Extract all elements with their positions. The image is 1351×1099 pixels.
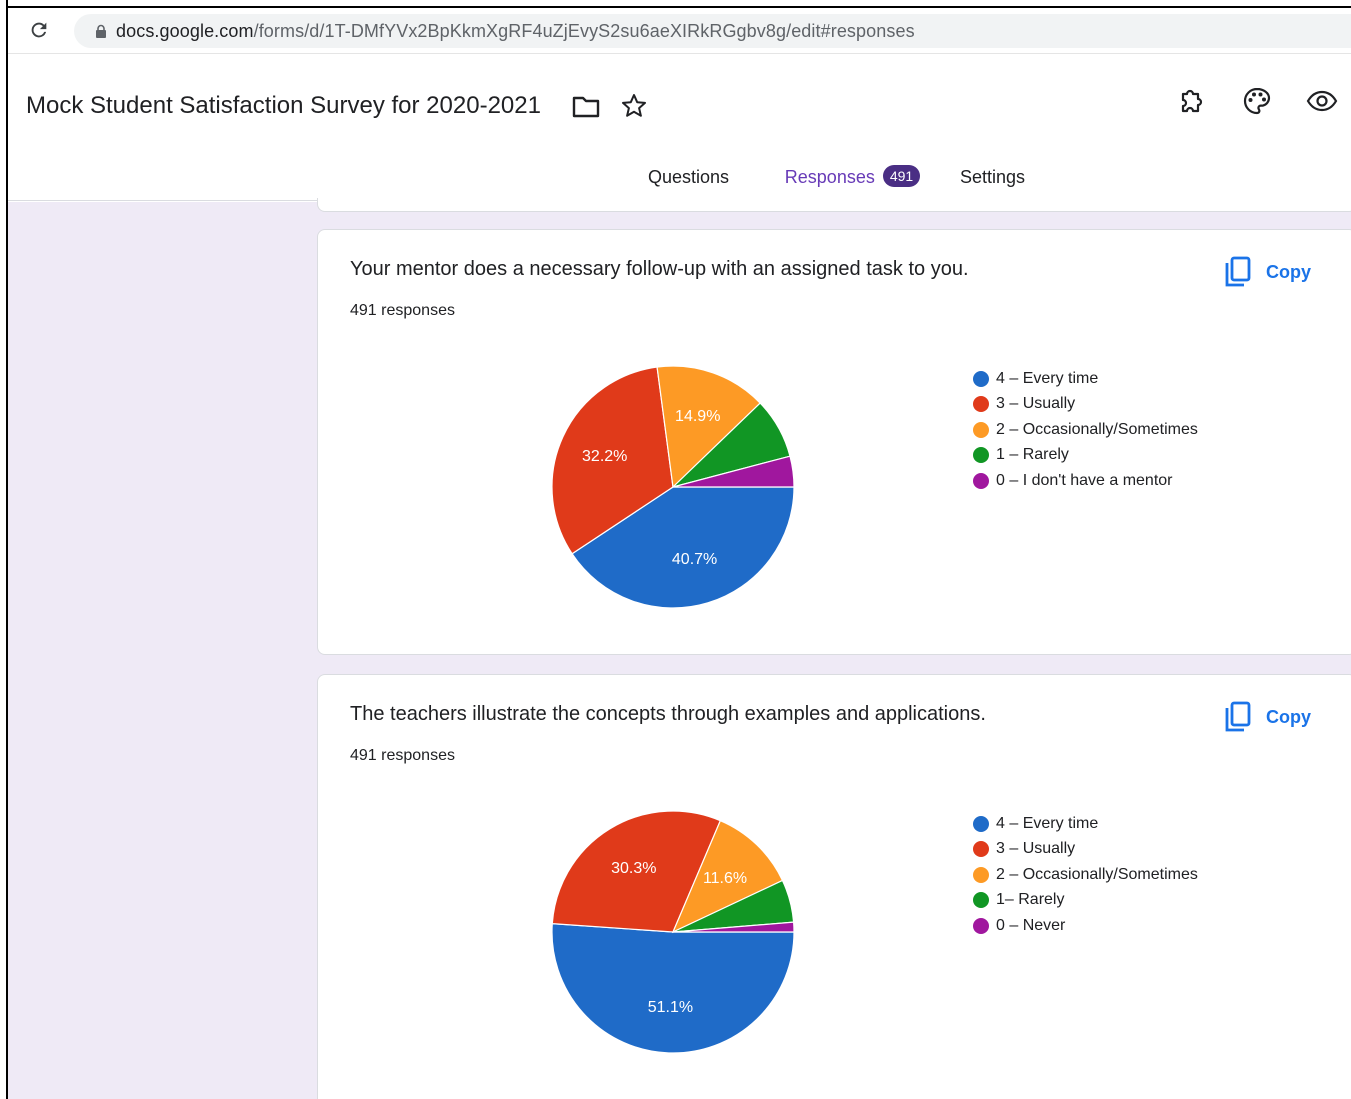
legend-label: 2 – Occasionally/Sometimes — [996, 420, 1198, 438]
legend-swatch — [973, 841, 989, 858]
tab-settings[interactable]: Settings — [960, 159, 1025, 201]
tab-questions[interactable]: Questions — [648, 159, 729, 201]
browser-toolbar: docs.google.com/forms/d/1T-DMfYVx2BpKkmX… — [8, 8, 1351, 54]
legend-swatch — [973, 396, 989, 413]
responses-count-badge: 491 — [882, 165, 921, 187]
window-frame-left — [0, 0, 8, 1099]
question-title: Your mentor does a necessary follow-up w… — [350, 258, 969, 280]
legend-swatch — [973, 472, 989, 489]
legend-label: 4 – Every time — [996, 369, 1099, 387]
legend-item: 1 – Rarely — [973, 443, 1198, 469]
tab-responses[interactable]: Responses 491 — [764, 159, 941, 201]
legend-item: 2 – Occasionally/Sometimes — [973, 417, 1198, 443]
copy-label: Copy — [1266, 261, 1311, 282]
question-title: The teachers illustrate the concepts thr… — [350, 703, 986, 725]
pie-slice-label: 11.6% — [703, 870, 747, 887]
legend-label: 0 – I don't have a mentor — [996, 471, 1173, 489]
window-frame-top — [0, 0, 1351, 8]
legend-item: 4 – Every time — [973, 811, 1198, 837]
form-header: Mock Student Satisfaction Survey for 202… — [8, 55, 1351, 201]
lock-icon[interactable] — [94, 24, 108, 38]
url-host: docs.google.com — [116, 21, 254, 41]
reload-icon[interactable] — [28, 19, 50, 41]
copy-chart-button[interactable]: Copy — [1224, 699, 1311, 735]
legend-swatch — [973, 370, 989, 387]
question-card: The teachers illustrate the concepts thr… — [317, 674, 1351, 1099]
pie-slice-label: 30.3% — [611, 860, 656, 877]
legend-item: 1– Rarely — [973, 888, 1198, 914]
legend-label: 2 – Occasionally/Sometimes — [996, 865, 1198, 883]
pie-slice-label: 40.7% — [672, 551, 717, 568]
legend-swatch — [973, 447, 989, 464]
legend-label: 4 – Every time — [996, 814, 1099, 832]
form-tabs: Questions Responses 491 Settings — [8, 159, 1351, 201]
pie-slice-label: 14.9% — [675, 408, 720, 425]
url-text[interactable]: docs.google.com/forms/d/1T-DMfYVx2BpKkmX… — [116, 21, 915, 42]
legend-item: 4 – Every time — [973, 366, 1198, 392]
chart-legend: 4 – Every time 3 – Usually 2 – Occasionall… — [973, 811, 1198, 939]
chart-legend: 4 – Every time 3 – Usually 2 – Occasionall… — [973, 366, 1198, 494]
palette-icon[interactable] — [1241, 85, 1273, 117]
question-card: Your mentor does a necessary follow-up w… — [317, 229, 1351, 655]
legend-label: 3 – Usually — [996, 840, 1076, 858]
legend-label: 0 – Never — [996, 916, 1066, 934]
copy-icon — [1225, 701, 1251, 732]
legend-swatch — [973, 892, 989, 909]
pie-slice-label: 51.1% — [648, 999, 693, 1016]
legend-item: 2 – Occasionally/Sometimes — [973, 862, 1198, 888]
response-count: 491 responses — [350, 747, 455, 764]
legend-item: 3 – Usually — [973, 392, 1198, 418]
url-path: /forms/d/1T-DMfYVx2BpKkmXgRF4uZjEvyS2su6… — [253, 21, 915, 41]
legend-item: 0 – Never — [973, 913, 1198, 939]
legend-swatch — [973, 815, 989, 832]
copy-chart-button[interactable]: Copy — [1224, 254, 1311, 290]
form-title[interactable]: Mock Student Satisfaction Survey for 202… — [26, 92, 541, 120]
tab-responses-label: Responses — [784, 167, 875, 187]
legend-item: 3 – Usually — [973, 837, 1198, 863]
response-count: 491 responses — [350, 302, 455, 319]
legend-label: 1 – Rarely — [996, 446, 1069, 464]
puzzle-icon[interactable] — [1175, 85, 1207, 117]
legend-swatch — [973, 866, 989, 883]
legend-item: 0 – I don't have a mentor — [973, 468, 1198, 494]
responses-page: Your mentor does a necessary follow-up w… — [8, 198, 1351, 1099]
star-icon[interactable] — [620, 92, 648, 120]
previous-question-card — [317, 198, 1351, 212]
pie-slice-label: 32.2% — [582, 448, 627, 465]
pie-chart: 51.1% 30.3% 11.6% — [551, 810, 795, 1054]
pie-slice[interactable] — [551, 923, 795, 1054]
copy-icon — [1225, 256, 1251, 287]
copy-label: Copy — [1266, 706, 1311, 727]
preview-eye-icon[interactable] — [1306, 85, 1338, 117]
pie-chart: 40.7% 32.2% 14.9% — [551, 365, 795, 609]
folder-icon[interactable] — [571, 94, 601, 120]
legend-label: 3 – Usually — [996, 395, 1076, 413]
legend-label: 1– Rarely — [996, 891, 1065, 909]
legend-swatch — [973, 421, 989, 438]
url-bar[interactable]: docs.google.com/forms/d/1T-DMfYVx2BpKkmX… — [74, 14, 1351, 48]
legend-swatch — [973, 917, 989, 934]
